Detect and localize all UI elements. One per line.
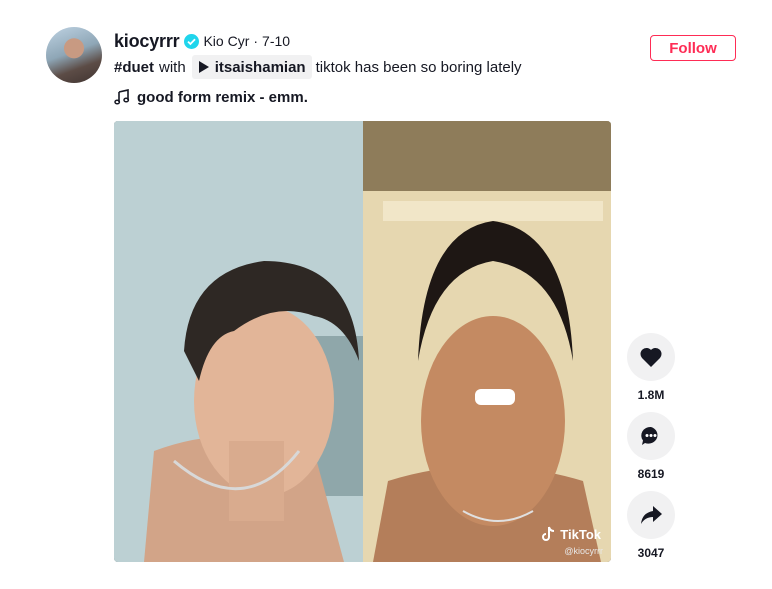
share-icon	[641, 506, 662, 524]
watermark-text: TikTok	[560, 526, 601, 542]
music-title: good form remix - emm.	[137, 88, 308, 106]
nickname: Kio Cyr	[203, 33, 250, 49]
watermark-handle: @kiocyrrr	[564, 546, 603, 556]
caption: #duet with itsaishamian tiktok has been …	[114, 55, 522, 79]
follow-button[interactable]: Follow	[650, 35, 736, 61]
tiktok-logo-icon	[542, 526, 555, 541]
tiktok-watermark: TikTok	[542, 526, 601, 542]
music-note-icon	[114, 89, 130, 105]
comment-count: 8619	[637, 467, 665, 481]
avatar[interactable]	[46, 27, 102, 83]
duet-mention-link[interactable]: itsaishamian	[191, 55, 312, 79]
like-count: 1.8M	[637, 388, 665, 402]
hashtag-link[interactable]: #duet	[114, 59, 154, 76]
duet-left-video	[114, 121, 363, 562]
heart-icon	[640, 347, 662, 367]
mention-username: itsaishamian	[214, 58, 306, 76]
post-date: 7-10	[262, 33, 291, 49]
share-button[interactable]	[627, 491, 675, 539]
play-icon	[198, 61, 209, 73]
caption-text: tiktok has been so boring lately	[315, 58, 522, 76]
verified-badge-icon	[184, 33, 200, 49]
separator: ·	[253, 33, 259, 49]
caption-with: with	[159, 58, 186, 76]
author-line: kiocyrrr Kio Cyr · 7-10	[114, 30, 290, 52]
music-link[interactable]: good form remix - emm.	[114, 86, 308, 108]
video-player[interactable]: TikTok @kiocyrrr	[114, 121, 611, 562]
comment-icon	[641, 426, 658, 445]
share-count: 3047	[637, 546, 665, 560]
username[interactable]: kiocyrrr	[114, 31, 180, 52]
comment-button[interactable]	[627, 412, 675, 460]
duet-right-video: TikTok @kiocyrrr	[363, 121, 611, 562]
like-button[interactable]	[627, 333, 675, 381]
